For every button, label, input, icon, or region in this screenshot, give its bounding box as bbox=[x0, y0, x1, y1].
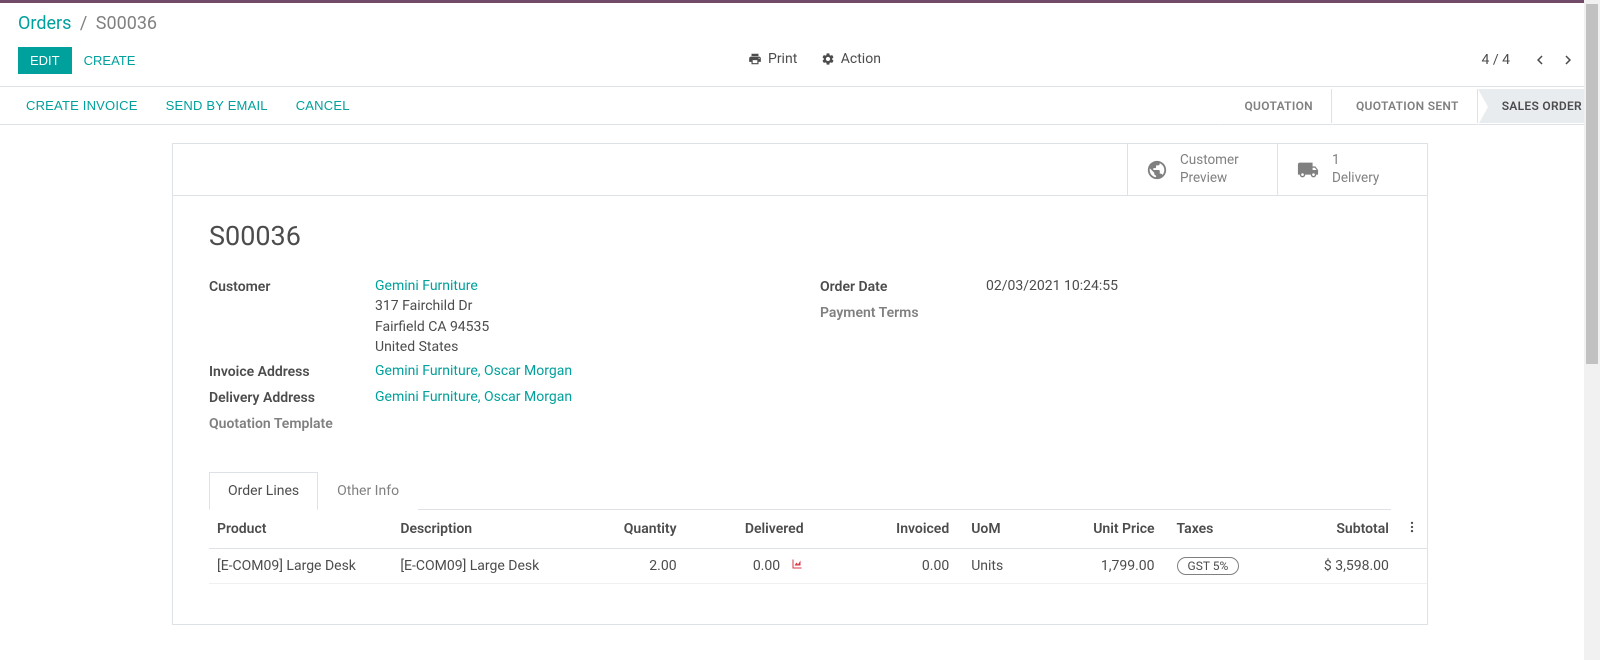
cell-description: [E-COM09] Large Desk bbox=[392, 549, 595, 584]
create-invoice-button[interactable]: CREATE INVOICE bbox=[12, 90, 152, 121]
form-sheet: Customer Preview 1 Delivery S00036 Custo… bbox=[172, 143, 1428, 625]
cell-unit-price: 1,799.00 bbox=[1026, 549, 1162, 584]
delivered-value: 0.00 bbox=[753, 558, 780, 574]
send-by-email-button[interactable]: SEND BY EMAIL bbox=[152, 90, 282, 121]
record-title: S00036 bbox=[209, 220, 1391, 252]
th-invoiced[interactable]: Invoiced bbox=[812, 510, 958, 549]
quotation-template-label: Quotation Template bbox=[209, 413, 375, 435]
th-quantity[interactable]: Quantity bbox=[596, 510, 685, 549]
edit-button[interactable]: EDIT bbox=[18, 47, 72, 74]
breadcrumb-parent[interactable]: Orders bbox=[18, 13, 71, 34]
form-col-right: Order Date 02/03/2021 10:24:55 Payment T… bbox=[820, 276, 1391, 439]
invoice-address-link[interactable]: Gemini Furniture, Oscar Morgan bbox=[375, 363, 572, 379]
cell-product: [E-COM09] Large Desk bbox=[209, 549, 392, 584]
delivery-address-label: Delivery Address bbox=[209, 387, 375, 409]
status-actions: CREATE INVOICE SEND BY EMAIL CANCEL bbox=[0, 90, 364, 121]
breadcrumb-sep: / bbox=[80, 13, 87, 34]
th-description[interactable]: Description bbox=[392, 510, 595, 549]
cell-taxes: GST 5% bbox=[1163, 549, 1252, 584]
cell-subtotal: $ 3,598.00 bbox=[1251, 549, 1397, 584]
cell-uom: Units bbox=[957, 549, 1026, 584]
pager-count: 4 / 4 bbox=[1482, 52, 1510, 68]
statusbar: QUOTATION QUOTATION SENT SALES ORDER bbox=[1220, 89, 1600, 123]
payment-terms-label: Payment Terms bbox=[820, 302, 986, 324]
th-unit-price[interactable]: Unit Price bbox=[1026, 510, 1162, 549]
table-row[interactable]: [E-COM09] Large Desk [E-COM09] Large Des… bbox=[209, 549, 1427, 584]
create-button[interactable]: CREATE bbox=[72, 47, 148, 74]
pager-prev[interactable] bbox=[1526, 46, 1554, 74]
preview-line2: Preview bbox=[1180, 170, 1239, 188]
th-options[interactable] bbox=[1397, 510, 1427, 549]
stage-quotation-sent[interactable]: QUOTATION SENT bbox=[1331, 89, 1477, 123]
preview-line1: Customer bbox=[1180, 152, 1239, 170]
print-button[interactable]: Print bbox=[748, 51, 797, 67]
print-icon bbox=[748, 52, 762, 66]
quotation-template-value bbox=[375, 413, 780, 435]
cell-invoiced: 0.00 bbox=[812, 549, 958, 584]
delivery-address-link[interactable]: Gemini Furniture, Oscar Morgan bbox=[375, 389, 572, 405]
cell-delivered: 0.00 bbox=[685, 549, 812, 584]
order-lines-table: Product Description Quantity Delivered I… bbox=[209, 510, 1427, 584]
action-label: Action bbox=[841, 51, 881, 67]
tab-list: Order Lines Other Info bbox=[209, 471, 1391, 510]
customer-preview-button[interactable]: Customer Preview bbox=[1127, 144, 1277, 195]
print-label: Print bbox=[768, 51, 797, 67]
scrollbar-thumb[interactable] bbox=[1586, 4, 1598, 364]
payment-terms-value bbox=[986, 302, 1391, 324]
cell-quantity: 2.00 bbox=[596, 549, 685, 584]
globe-icon bbox=[1146, 159, 1168, 181]
pager: 4 / 4 bbox=[1482, 46, 1582, 74]
center-actions: Print Action bbox=[147, 51, 1481, 70]
th-subtotal[interactable]: Subtotal bbox=[1251, 510, 1397, 549]
breadcrumb: Orders / S00036 bbox=[18, 13, 157, 34]
pager-next[interactable] bbox=[1554, 46, 1582, 74]
action-button[interactable]: Action bbox=[821, 51, 881, 67]
kebab-icon bbox=[1405, 520, 1419, 534]
delivery-line2: Delivery bbox=[1332, 170, 1379, 188]
tab-order-lines[interactable]: Order Lines bbox=[209, 472, 318, 510]
tab-other-info[interactable]: Other Info bbox=[318, 472, 418, 510]
stage-quotation[interactable]: QUOTATION bbox=[1220, 89, 1330, 123]
cancel-button[interactable]: CANCEL bbox=[282, 90, 364, 121]
stat-buttons: Customer Preview 1 Delivery bbox=[173, 144, 1427, 196]
th-product[interactable]: Product bbox=[209, 510, 392, 549]
chart-icon[interactable] bbox=[790, 558, 804, 574]
customer-label: Customer bbox=[209, 276, 375, 357]
stage-sales-order[interactable]: SALES ORDER bbox=[1477, 89, 1600, 123]
th-delivered[interactable]: Delivered bbox=[685, 510, 812, 549]
chevron-left-icon bbox=[1531, 51, 1549, 69]
customer-addr2: Fairfield CA 94535 bbox=[375, 317, 780, 337]
customer-value: Gemini Furniture 317 Fairchild Dr Fairfi… bbox=[375, 276, 780, 357]
order-date-label: Order Date bbox=[820, 276, 986, 298]
delivery-line1: 1 bbox=[1332, 152, 1379, 170]
form-col-left: Customer Gemini Furniture 317 Fairchild … bbox=[209, 276, 780, 439]
customer-addr3: United States bbox=[375, 337, 780, 357]
gear-icon bbox=[821, 52, 835, 66]
table-header-row: Product Description Quantity Delivered I… bbox=[209, 510, 1427, 549]
invoice-address-label: Invoice Address bbox=[209, 361, 375, 383]
tax-badge: GST 5% bbox=[1177, 557, 1240, 575]
chevron-right-icon bbox=[1559, 51, 1577, 69]
th-taxes[interactable]: Taxes bbox=[1163, 510, 1252, 549]
breadcrumb-current: S00036 bbox=[96, 13, 157, 34]
delivery-button[interactable]: 1 Delivery bbox=[1277, 144, 1427, 195]
scrollbar[interactable] bbox=[1584, 0, 1600, 660]
order-date-value: 02/03/2021 10:24:55 bbox=[986, 276, 1391, 298]
customer-link[interactable]: Gemini Furniture bbox=[375, 276, 780, 296]
truck-icon bbox=[1296, 159, 1320, 181]
th-uom[interactable]: UoM bbox=[957, 510, 1026, 549]
customer-addr1: 317 Fairchild Dr bbox=[375, 296, 780, 316]
